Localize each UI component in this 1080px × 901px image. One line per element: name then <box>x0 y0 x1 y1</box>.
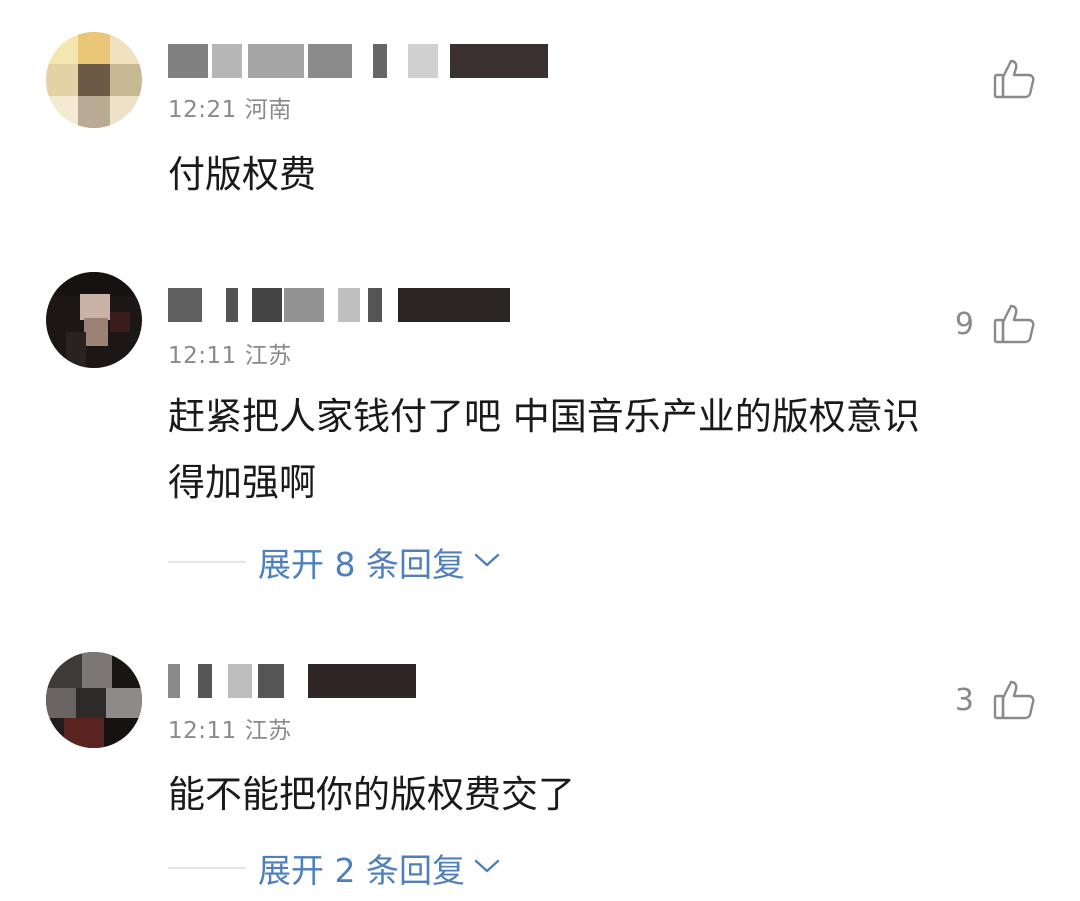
comment-meta: 12:21 河南 <box>168 90 292 124</box>
expand-replies-button[interactable]: 展开 8 条回复 <box>168 540 501 584</box>
username-blurred[interactable] <box>168 288 548 322</box>
comment-text: 赶紧把人家钱付了吧 中国音乐产业的版权意识 得加强啊 <box>168 384 1010 516</box>
thumbs-up-icon <box>992 678 1036 722</box>
expand-replies-label: 展开 2 条回复 <box>258 851 465 890</box>
comment-text-line: 得加强啊 <box>168 461 316 504</box>
like-button[interactable]: 9 <box>955 300 1036 348</box>
comment-location: 江苏 <box>244 343 292 369</box>
comment-item: 12:11 江苏 9 赶紧把人家钱付了吧 中国音乐产业的版权意识 得加强啊 展开 … <box>0 240 1080 620</box>
comment-meta: 12:11 江苏 <box>168 336 292 370</box>
thumbs-up-icon <box>992 302 1036 346</box>
like-count: 3 <box>954 682 974 718</box>
comment-item: 12:11 江苏 3 能不能把你的版权费交了 展开 2 条回复 <box>0 620 1080 901</box>
like-button[interactable] <box>974 55 1036 103</box>
comment-item: 12:21 河南 付版权费 <box>0 0 1080 240</box>
comment-text: 付版权费 <box>168 153 316 196</box>
like-count: 9 <box>954 306 974 342</box>
chevron-down-icon <box>465 550 501 574</box>
username-blurred[interactable] <box>168 664 548 698</box>
username-blurred[interactable] <box>168 44 548 78</box>
comment-time: 12:21 <box>168 97 237 123</box>
avatar[interactable] <box>46 32 142 128</box>
expand-replies-label: 展开 8 条回复 <box>258 545 465 584</box>
chevron-down-icon <box>465 856 501 880</box>
like-button[interactable]: 3 <box>955 676 1036 724</box>
comment-text-line: 赶紧把人家钱付了吧 中国音乐产业的版权意识 <box>168 395 920 438</box>
comment-meta: 12:11 江苏 <box>168 711 292 745</box>
comment-text: 能不能把你的版权费交了 <box>168 773 575 816</box>
comment-time: 12:11 <box>168 343 237 369</box>
thumbs-up-icon <box>992 57 1036 101</box>
avatar[interactable] <box>46 272 142 368</box>
divider <box>168 561 246 563</box>
expand-replies-button[interactable]: 展开 2 条回复 <box>168 846 501 890</box>
avatar[interactable] <box>46 652 142 748</box>
divider <box>168 867 246 869</box>
comment-location: 河南 <box>244 97 292 123</box>
comment-time: 12:11 <box>168 718 237 744</box>
comment-location: 江苏 <box>244 718 292 744</box>
